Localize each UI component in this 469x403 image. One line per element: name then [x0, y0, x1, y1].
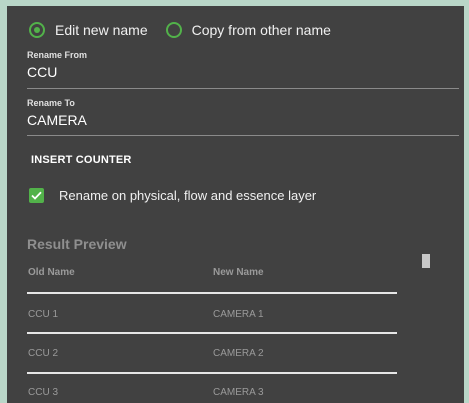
new-name-column-header: New Name — [213, 267, 264, 278]
rename-to-input[interactable]: CAMERA — [27, 112, 459, 128]
row-divider — [27, 332, 397, 334]
row-2-old-name: CCU 2 — [28, 348, 59, 359]
rename-to-field[interactable]: Rename To CAMERA — [27, 98, 459, 136]
row-1-old-name: CCU 1 — [28, 309, 59, 320]
header-divider — [27, 292, 397, 294]
rename-layers-option: Rename on physical, flow and essence lay… — [29, 188, 316, 203]
checkmark-icon — [31, 191, 42, 200]
row-1-new-name: CAMERA 1 — [213, 309, 264, 320]
copy-from-other-name-label[interactable]: Copy from other name — [192, 22, 331, 38]
rename-mode-group: Edit new name Copy from other name — [29, 20, 349, 40]
insert-counter-button[interactable]: INSERT COUNTER — [31, 154, 132, 166]
edit-new-name-label[interactable]: Edit new name — [55, 22, 148, 38]
edit-new-name-radio[interactable] — [29, 22, 45, 38]
rename-layers-checkbox[interactable] — [29, 188, 44, 203]
rename-from-label: Rename From — [27, 50, 88, 60]
result-preview-title: Result Preview — [27, 236, 127, 252]
row-3-old-name: CCU 3 — [28, 387, 59, 398]
copy-from-other-name-radio[interactable] — [165, 22, 182, 38]
rename-dialog: Edit new name Copy from other name Renam… — [7, 6, 464, 403]
preview-scrollbar-thumb[interactable] — [422, 254, 430, 268]
old-name-column-header: Old Name — [28, 267, 75, 278]
rename-layers-label[interactable]: Rename on physical, flow and essence lay… — [59, 188, 316, 203]
rename-to-label: Rename To — [27, 98, 75, 108]
rename-from-field[interactable]: Rename From CCU — [27, 50, 459, 89]
row-2-new-name: CAMERA 2 — [213, 348, 264, 359]
rename-from-underline — [27, 88, 459, 89]
rename-from-input[interactable]: CCU — [27, 64, 459, 80]
rename-to-underline — [27, 135, 459, 136]
row-3-new-name: CAMERA 3 — [213, 387, 264, 398]
row-divider — [27, 372, 397, 374]
